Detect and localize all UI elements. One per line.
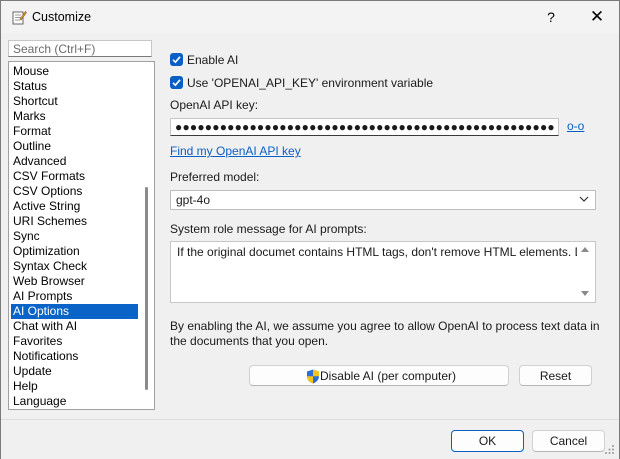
show-key-link[interactable]: o-o [567, 119, 584, 133]
use-env-label: Use 'OPENAI_API_KEY' environment variabl… [187, 76, 434, 90]
disable-ai-button-label: Disable AI (per computer) [319, 369, 457, 383]
list-scrollbar-thumb[interactable] [145, 187, 148, 390]
ok-button[interactable]: OK [451, 430, 524, 452]
cancel-button-label: Cancel [549, 434, 588, 448]
reset-button-label: Reset [539, 369, 572, 383]
list-item-web-browser[interactable]: Web Browser [11, 274, 138, 289]
category-list: Mouse Status Shortcut Marks Format Outli… [8, 61, 155, 410]
find-api-key-link[interactable]: Find my OpenAI API key [170, 144, 301, 158]
list-item-notifications[interactable]: Notifications [11, 349, 138, 364]
list-item-advanced[interactable]: Advanced [11, 154, 138, 169]
list-item-outline[interactable]: Outline [11, 139, 138, 154]
search-input[interactable] [8, 40, 152, 57]
scroll-up-icon[interactable] [581, 247, 589, 252]
enable-ai-checkbox[interactable] [170, 53, 183, 66]
consent-note: By enabling the AI, we assume you agree … [170, 319, 600, 348]
api-key-field[interactable]: ●●●●●●●●●●●●●●●●●●●●●●●●●●●●●●●●●●●●●●●●… [170, 118, 559, 136]
list-item-syntax-check[interactable]: Syntax Check [11, 259, 138, 274]
help-button[interactable]: ? [537, 5, 565, 29]
model-select-value: gpt-4o [176, 193, 211, 207]
list-item-update[interactable]: Update [11, 364, 138, 379]
window-title: Customize [32, 10, 92, 24]
api-key-label: OpenAI API key: [170, 98, 259, 112]
model-select[interactable]: gpt-4o [170, 190, 596, 210]
chevron-down-icon [579, 196, 589, 202]
dialog-footer: OK Cancel [1, 419, 619, 459]
scroll-down-icon[interactable] [581, 291, 589, 296]
close-button[interactable]: ✕ [581, 5, 613, 29]
list-item-status[interactable]: Status [11, 79, 138, 94]
list-item-csv-options[interactable]: CSV Options [11, 184, 138, 199]
use-env-checkbox[interactable] [170, 76, 183, 89]
list-item-shortcut[interactable]: Shortcut [11, 94, 138, 109]
list-item-ai-prompts[interactable]: AI Prompts [11, 289, 138, 304]
preferred-model-label: Preferred model: [170, 170, 260, 184]
resize-grip-icon[interactable] [605, 445, 615, 455]
list-item-uri-schemes[interactable]: URI Schemes [11, 214, 138, 229]
list-item-mouse[interactable]: Mouse [11, 64, 138, 79]
list-item-marks[interactable]: Marks [11, 109, 138, 124]
enable-ai-label: Enable AI [187, 53, 239, 67]
ok-button-label: OK [478, 434, 497, 448]
list-item-sync[interactable]: Sync [11, 229, 138, 244]
notepad-icon [12, 11, 27, 25]
system-message-label: System role message for AI prompts: [170, 222, 367, 236]
list-item-language[interactable]: Language [11, 394, 138, 409]
system-message-textarea[interactable]: If the original documet contains HTML ta… [170, 241, 596, 303]
list-item-chat-with-ai[interactable]: Chat with AI [11, 319, 138, 334]
list-item-favorites[interactable]: Favorites [11, 334, 138, 349]
list-item-format[interactable]: Format [11, 124, 138, 139]
title-bar: Customize ? ✕ [1, 1, 619, 33]
list-item-csv-formats[interactable]: CSV Formats [11, 169, 138, 184]
list-item-help[interactable]: Help [11, 379, 138, 394]
list-item-optimization[interactable]: Optimization [11, 244, 138, 259]
cancel-button[interactable]: Cancel [532, 430, 605, 452]
checkmark-icon [172, 79, 181, 87]
reset-button[interactable]: Reset [519, 365, 592, 386]
checkmark-icon [172, 56, 181, 64]
list-item-ai-options[interactable]: AI Options [11, 304, 138, 319]
list-item-active-string[interactable]: Active String [11, 199, 138, 214]
system-message-text: If the original documet contains HTML ta… [177, 245, 577, 259]
disable-ai-button[interactable]: Disable AI (per computer) [249, 365, 509, 386]
customize-dialog: Customize ? ✕ Mouse Status Shortcut Mark… [0, 0, 620, 459]
